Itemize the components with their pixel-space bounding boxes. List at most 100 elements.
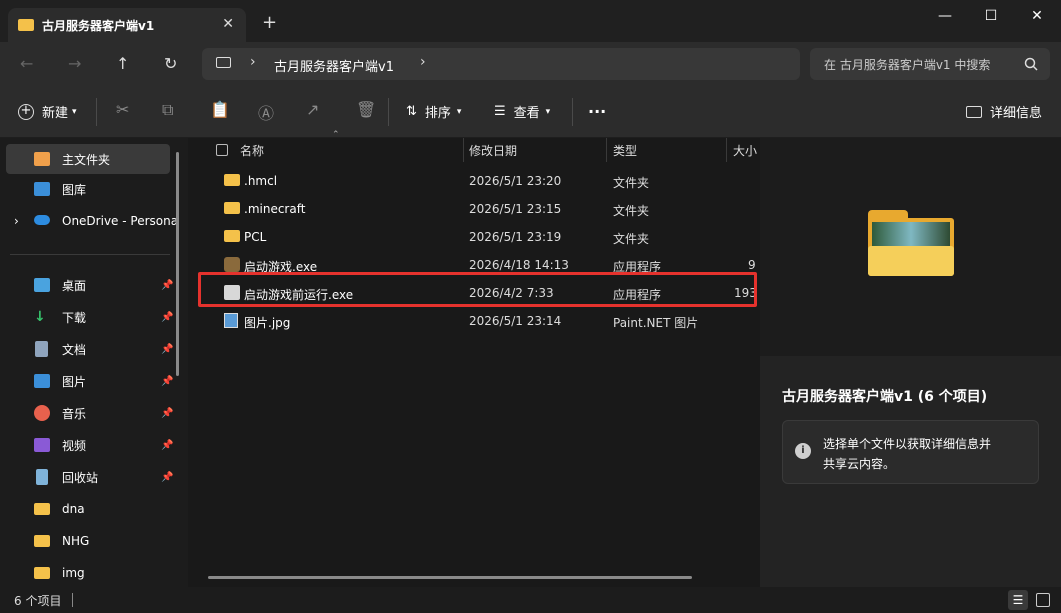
table-row[interactable]: 图片.jpg 2026/5/1 23:14 Paint.NET 图片 [196, 307, 756, 335]
horizontal-scrollbar[interactable] [208, 576, 692, 579]
new-tab-button[interactable]: + [262, 12, 277, 33]
pin-icon[interactable]: 📌 [161, 472, 173, 483]
music-icon [34, 405, 50, 421]
pin-icon[interactable]: 📌 [161, 408, 173, 419]
sidebar-item-recycle-bin[interactable]: 回收站 📌 [6, 462, 173, 492]
tiles-view-icon[interactable] [1036, 593, 1050, 607]
divider [388, 98, 389, 126]
chevron-right-icon: › [250, 54, 256, 70]
paste-icon[interactable]: 📋 [210, 100, 230, 119]
file-date: 2026/5/1 23:19 [469, 230, 562, 244]
sidebar-item-onedrive[interactable]: › OneDrive - Persona [6, 206, 178, 236]
rename-icon[interactable]: Ⓐ [258, 100, 274, 124]
download-icon: ↓ [34, 309, 46, 325]
pin-icon[interactable]: 📌 [161, 440, 173, 451]
view-button[interactable]: ☰ 查看 ▾ [494, 102, 550, 121]
path-bar[interactable]: › 古月服务器客户端v1 › [202, 48, 800, 80]
sort-label: 排序 [424, 106, 451, 121]
file-type: 文件夹 [613, 204, 650, 218]
breadcrumb[interactable]: 古月服务器客户端v1 [274, 56, 394, 75]
divider [10, 254, 170, 255]
chevron-down-icon: ▾ [456, 106, 462, 117]
folder-icon [224, 202, 240, 214]
column-header-date[interactable]: 修改日期 [469, 142, 517, 159]
sidebar-item-home[interactable]: 主文件夹 [6, 144, 170, 174]
table-row[interactable]: .hmcl 2026/5/1 23:20 文件夹 [196, 167, 756, 195]
sidebar-item-label: dna [62, 502, 85, 516]
details-view-icon[interactable]: ☰ [1008, 590, 1028, 610]
sidebar-item-pictures[interactable]: 图片 📌 [6, 366, 173, 396]
file-name: 图片.jpg [244, 316, 291, 330]
preview-title: 古月服务器客户端v1 (6 个项目) [782, 389, 988, 405]
column-divider[interactable] [606, 138, 607, 162]
up-button[interactable]: ↑ [116, 54, 129, 73]
file-date: 2026/5/1 23:20 [469, 174, 562, 188]
file-name: .minecraft [244, 202, 306, 216]
divider [572, 98, 573, 126]
tab-current[interactable]: 古月服务器客户端v1 ✕ [8, 8, 246, 42]
sidebar-item-downloads[interactable]: ↓ 下载 📌 [6, 302, 173, 332]
item-count: 6 个项目 [14, 594, 62, 608]
close-tab-icon[interactable]: ✕ [222, 16, 234, 32]
sort-arrow-icon: ⌃ [332, 130, 340, 140]
close-window-button[interactable]: ✕ [1014, 0, 1060, 32]
forward-button[interactable]: → [68, 54, 81, 73]
sidebar-item-nhg[interactable]: NHG [6, 526, 170, 556]
search-icon [1024, 57, 1038, 71]
file-date: 2026/5/1 23:14 [469, 314, 562, 328]
pin-icon[interactable]: 📌 [161, 280, 173, 291]
sidebar-item-label: 下载 [62, 310, 87, 325]
navigation-pane: 主文件夹 图库 › OneDrive - Persona 桌面 📌 ↓ 下载 📌… [0, 138, 188, 587]
gallery-icon [34, 182, 50, 196]
tab-bar: 古月服务器客户端v1 ✕ + — ☐ ✕ [0, 0, 1061, 42]
pin-icon[interactable]: 📌 [161, 344, 173, 355]
sidebar-item-label: 桌面 [62, 278, 87, 293]
picture-icon [34, 374, 50, 388]
file-name: PCL [244, 230, 267, 244]
details-button[interactable]: 详细信息 [966, 102, 1042, 121]
sidebar-item-label: 文档 [62, 342, 87, 357]
image-file-icon [224, 313, 238, 328]
sidebar-item-music[interactable]: 音乐 📌 [6, 398, 173, 428]
minimize-button[interactable]: — [922, 0, 968, 32]
sidebar-item-dna[interactable]: dna [6, 494, 170, 524]
more-button[interactable]: ··· [588, 102, 606, 121]
search-input[interactable]: 在 古月服务器客户端v1 中搜索 [810, 48, 1050, 80]
back-button[interactable]: ← [20, 54, 33, 73]
column-divider[interactable] [726, 138, 727, 162]
sidebar-item-videos[interactable]: 视频 📌 [6, 430, 173, 460]
refresh-button[interactable]: ↻ [164, 54, 177, 73]
sidebar-item-gallery[interactable]: 图库 [6, 174, 170, 204]
cut-icon[interactable]: ✂ [116, 100, 129, 119]
folder-thumbnail-icon [868, 210, 954, 276]
maximize-button[interactable]: ☐ [968, 0, 1014, 32]
view-icon: ☰ [494, 104, 506, 119]
file-type: 文件夹 [613, 176, 650, 190]
sidebar-item-desktop[interactable]: 桌面 📌 [6, 270, 173, 300]
new-button[interactable]: + 新建 ▾ [18, 102, 77, 121]
sort-button[interactable]: ⇅ 排序 ▾ [406, 102, 461, 121]
pin-icon[interactable]: 📌 [161, 376, 173, 387]
sidebar-item-label: img [62, 566, 85, 580]
folder-icon [34, 535, 50, 547]
column-header-size[interactable]: 大小 [733, 142, 757, 159]
video-icon [34, 438, 50, 452]
chevron-right-icon[interactable]: › [420, 54, 426, 70]
sidebar-item-documents[interactable]: 文档 📌 [6, 334, 173, 364]
chevron-down-icon: ▾ [545, 106, 551, 117]
sidebar-scrollbar[interactable] [176, 152, 179, 376]
sidebar-item-img[interactable]: img [6, 558, 170, 588]
column-header-type[interactable]: 类型 [613, 142, 637, 159]
sort-icon: ⇅ [406, 104, 417, 119]
table-row[interactable]: PCL 2026/5/1 23:19 文件夹 [196, 223, 756, 251]
chevron-right-icon: › [14, 214, 19, 228]
copy-icon[interactable]: ⧉ [162, 100, 173, 120]
delete-icon[interactable]: 🗑 [356, 100, 376, 119]
select-all-checkbox[interactable] [216, 144, 228, 156]
column-header-name[interactable]: 名称 [240, 142, 264, 159]
table-row[interactable]: .minecraft 2026/5/1 23:15 文件夹 [196, 195, 756, 223]
pin-icon[interactable]: 📌 [161, 312, 173, 323]
info-icon: i [795, 443, 811, 459]
column-divider[interactable] [463, 138, 464, 162]
share-icon[interactable]: ↗ [306, 100, 319, 119]
